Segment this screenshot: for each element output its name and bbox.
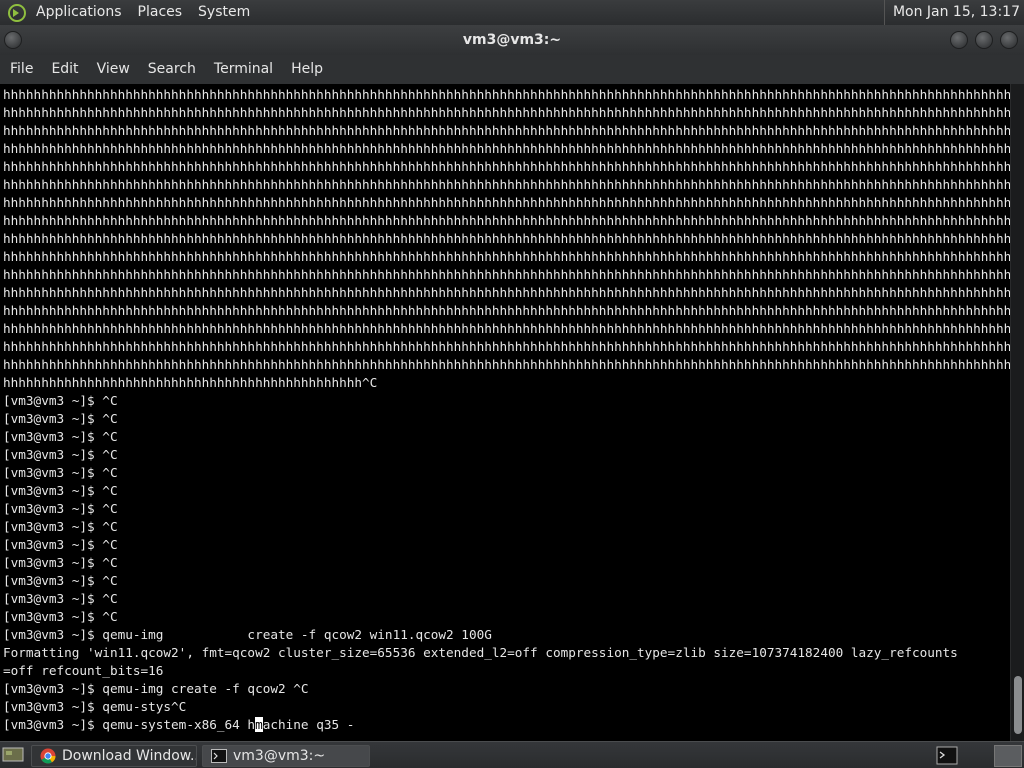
terminal-prompt-line[interactable]: [vm3@vm3 ~]$ qemu-system-x86_64 hmachine…	[3, 716, 1010, 734]
taskbar-task-chrome[interactable]: Download Window...	[31, 745, 197, 767]
applications-logo-icon[interactable]	[6, 2, 28, 24]
terminal-line: hhhhhhhhhhhhhhhhhhhhhhhhhhhhhhhhhhhhhhhh…	[3, 321, 1010, 336]
terminal-line: hhhhhhhhhhhhhhhhhhhhhhhhhhhhhhhhhhhhhhhh…	[3, 159, 1010, 174]
menu-edit[interactable]: Edit	[42, 55, 87, 84]
terminal-line: [vm3@vm3 ~]$ ^C	[3, 573, 118, 588]
bottom-taskbar: Download Window... vm3@vm3:~	[0, 741, 1024, 768]
show-desktop-icon[interactable]	[2, 746, 26, 766]
system-menu[interactable]: System	[190, 0, 258, 25]
terminal-line: hhhhhhhhhhhhhhhhhhhhhhhhhhhhhhhhhhhhhhhh…	[3, 303, 1010, 318]
terminal-line: hhhhhhhhhhhhhhhhhhhhhhhhhhhhhhhhhhhhhhhh…	[3, 87, 1010, 102]
terminal-line: [vm3@vm3 ~]$ ^C	[3, 411, 118, 426]
close-button[interactable]	[1000, 31, 1018, 49]
terminal-line: [vm3@vm3 ~]$ ^C	[3, 501, 118, 516]
terminal-line: hhhhhhhhhhhhhhhhhhhhhhhhhhhhhhhhhhhhhhhh…	[3, 141, 1010, 156]
terminal-menubar: File Edit View Search Terminal Help	[0, 55, 1024, 84]
prompt-text-before-cursor: [vm3@vm3 ~]$ qemu-system-x86_64 h	[3, 717, 256, 732]
terminal-line: hhhhhhhhhhhhhhhhhhhhhhhhhhhhhhhhhhhhhhhh…	[3, 213, 1010, 228]
terminal-line: hhhhhhhhhhhhhhhhhhhhhhhhhhhhhhhhhhhhhhhh…	[3, 357, 1010, 372]
terminal-line: [vm3@vm3 ~]$ ^C	[3, 555, 118, 570]
terminal-line: [vm3@vm3 ~]$ ^C	[3, 519, 118, 534]
terminal-line: hhhhhhhhhhhhhhhhhhhhhhhhhhhhhhhhhhhhhhhh…	[3, 177, 1010, 192]
terminal-line: [vm3@vm3 ~]$ ^C	[3, 591, 118, 606]
terminal-icon	[211, 748, 227, 764]
terminal-line: hhhhhhhhhhhhhhhhhhhhhhhhhhhhhhhhhhhhhhhh…	[3, 195, 1010, 210]
taskbar-task-terminal[interactable]: vm3@vm3:~	[202, 745, 370, 767]
terminal-line: [vm3@vm3 ~]$ qemu-img create -f qcow2 ^C	[3, 681, 309, 696]
menu-help[interactable]: Help	[282, 55, 332, 84]
terminal-line: [vm3@vm3 ~]$ ^C	[3, 465, 118, 480]
terminal-line: [vm3@vm3 ~]$ ^C	[3, 447, 118, 462]
tray-terminal-icon[interactable]	[936, 746, 958, 766]
workspace-switcher[interactable]	[994, 745, 1022, 767]
terminal-line: hhhhhhhhhhhhhhhhhhhhhhhhhhhhhhhhhhhhhhhh…	[3, 231, 1010, 246]
terminal-line: [vm3@vm3 ~]$ ^C	[3, 429, 118, 444]
terminal-line: hhhhhhhhhhhhhhhhhhhhhhhhhhhhhhhhhhhhhhhh…	[3, 249, 1010, 264]
maximize-button[interactable]	[975, 31, 993, 49]
prompt-text-after-cursor: achine q35 -	[262, 717, 355, 732]
terminal-line: [vm3@vm3 ~]$ ^C	[3, 483, 118, 498]
terminal-line: Formatting 'win11.qcow2', fmt=qcow2 clus…	[3, 645, 958, 660]
menu-search[interactable]: Search	[139, 55, 205, 84]
terminal-line: [vm3@vm3 ~]$ qemu-stys^C	[3, 699, 187, 714]
chrome-icon	[40, 748, 56, 764]
terminal-line: =off refcount_bits=16	[3, 663, 164, 678]
menu-view[interactable]: View	[88, 55, 139, 84]
terminal-scrollbar[interactable]	[1010, 84, 1024, 741]
window-title: vm3@vm3:~	[462, 32, 562, 48]
terminal-line: [vm3@vm3 ~]$ ^C	[3, 537, 118, 552]
terminal-line: hhhhhhhhhhhhhhhhhhhhhhhhhhhhhhhhhhhhhhhh…	[3, 105, 1010, 120]
minimize-button[interactable]	[950, 31, 968, 49]
menu-terminal[interactable]: Terminal	[205, 55, 282, 84]
window-titlebar[interactable]: vm3@vm3:~	[0, 25, 1024, 55]
scrollbar-thumb[interactable]	[1014, 676, 1022, 734]
terminal-line: hhhhhhhhhhhhhhhhhhhhhhhhhhhhhhhhhhhhhhhh…	[3, 123, 1010, 138]
taskbar-task-label: Download Window...	[62, 748, 197, 764]
terminal-line: [vm3@vm3 ~]$ ^C	[3, 609, 118, 624]
places-menu[interactable]: Places	[130, 0, 191, 25]
terminal-cursor: m	[255, 717, 263, 732]
terminal-lines: hhhhhhhhhhhhhhhhhhhhhhhhhhhhhhhhhhhhhhhh…	[3, 86, 1010, 716]
terminal-line: [vm3@vm3 ~]$ qemu-img create -f qcow2 wi…	[3, 627, 492, 642]
terminal-line: hhhhhhhhhhhhhhhhhhhhhhhhhhhhhhhhhhhhhhhh…	[3, 285, 1010, 300]
panel-clock[interactable]: Mon Jan 15, 13:17	[883, 0, 1024, 25]
terminal-line: hhhhhhhhhhhhhhhhhhhhhhhhhhhhhhhhhhhhhhhh…	[3, 375, 378, 390]
terminal-output[interactable]: hhhhhhhhhhhhhhhhhhhhhhhhhhhhhhhhhhhhhhhh…	[0, 84, 1010, 741]
applications-menu[interactable]: Applications	[28, 0, 130, 25]
terminal-line: [vm3@vm3 ~]$ ^C	[3, 393, 118, 408]
taskbar-task-label: vm3@vm3:~	[233, 748, 326, 764]
terminal-line: hhhhhhhhhhhhhhhhhhhhhhhhhhhhhhhhhhhhhhhh…	[3, 339, 1010, 354]
top-panel: Applications Places System Mon Jan 15, 1…	[0, 0, 1024, 25]
terminal-line: hhhhhhhhhhhhhhhhhhhhhhhhhhhhhhhhhhhhhhhh…	[3, 267, 1010, 282]
menu-file[interactable]: File	[1, 55, 42, 84]
